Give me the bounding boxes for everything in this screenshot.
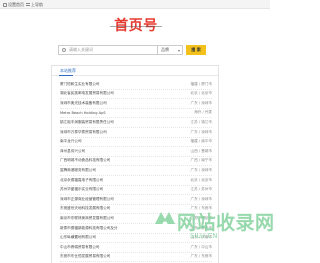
- home-icon: [3, 2, 7, 7]
- company-location: 江苏 / 苏州市: [190, 187, 212, 192]
- list-item[interactable]: 泽州县伟兴公司 山西 / 晋城市: [60, 147, 212, 155]
- company-name[interactable]: 湖北省民族邮电发展贸易有限公司: [60, 91, 114, 96]
- company-location: 北京 / 北京市: [190, 91, 212, 96]
- search-input[interactable]: 请输入关键词: [58, 45, 158, 55]
- company-name[interactable]: 苏州华盛福乐实业有限公司: [60, 187, 103, 192]
- company-name[interactable]: 厦门恒和生实业有限公司: [60, 82, 100, 87]
- company-name[interactable]: 北京永德福嘉电子有限公司: [60, 178, 103, 183]
- list-item[interactable]: 富腾商港服务有限公司 广东 / 深圳市: [60, 166, 212, 174]
- watermark: 网站收录网 SILU.CN: [150, 205, 274, 250]
- list-item[interactable]: 东莞市东仕恒发展贸易有限公司 广东 / 东莞市: [60, 253, 212, 261]
- list-item[interactable]: 南平龙兴公司 福建 / 南平市: [60, 138, 212, 146]
- company-location: 山西 / 晋城市: [190, 148, 212, 153]
- company-name[interactable]: 东莞市东仕恒发展贸易有限公司: [60, 254, 110, 259]
- set-homepage-label: 设置首页: [8, 1, 24, 7]
- search-category-select[interactable]: 品牌: [158, 45, 183, 55]
- chevron-down-icon: [178, 50, 180, 52]
- search-placeholder: 请输入关键词: [69, 47, 93, 52]
- panel-header: 本站推荐: [52, 66, 218, 76]
- list-item[interactable]: 镇江裕丰润服装贸易有限责任公司 江苏 / 镇江市: [60, 118, 212, 126]
- top-nav-link[interactable]: 上导航: [26, 1, 43, 8]
- company-location: 福建 / 南平市: [190, 139, 212, 144]
- company-name[interactable]: 深圳市奥光技术装备有限公司: [60, 101, 107, 106]
- list-item[interactable]: Metro Beach Holding ApS 海外 / 丹麦: [60, 109, 212, 117]
- company-location: 海外 / 丹麦: [194, 110, 212, 115]
- company-name[interactable]: 深圳市万泰华泰贸易有限公司: [60, 130, 107, 135]
- company-location: 福建 / 厦门市: [190, 81, 212, 86]
- company-name[interactable]: 南平龙兴公司: [60, 139, 82, 144]
- company-name[interactable]: 新泰市德福新能源科技有限公司及分: [60, 226, 118, 231]
- top-nav-label: 上导航: [31, 1, 43, 7]
- set-homepage-link[interactable]: 设置首页: [3, 1, 24, 8]
- company-name[interactable]: 泽州县伟兴公司: [60, 149, 85, 154]
- search-category-value: 品牌: [161, 47, 169, 52]
- watermark-logo: [155, 212, 175, 227]
- company-name[interactable]: 东莞盛世天地科技发展有限公司: [60, 206, 110, 211]
- company-location: 广东 / 深圳市: [190, 167, 212, 172]
- search-icon: [62, 48, 66, 52]
- company-name[interactable]: 富腾商港服务有限公司: [60, 168, 96, 173]
- company-name[interactable]: 中山市睿瑞贸易有限公司: [60, 245, 100, 250]
- company-location: 广东 / 东莞市: [190, 254, 212, 259]
- company-name[interactable]: 镇江裕丰润服装贸易有限责任公司: [60, 120, 114, 125]
- watermark-url: SILU.CN: [190, 232, 218, 240]
- company-name[interactable]: 广西明城不动食品科技有限公司: [60, 158, 110, 163]
- list-item[interactable]: 北京永德福嘉电子有限公司 北京 / 北京市: [60, 176, 212, 184]
- company-name[interactable]: 南京市东联林美商贸发展有限公司: [60, 216, 114, 221]
- company-name[interactable]: Metro Beach Holding ApS: [60, 111, 106, 115]
- company-location: 北京 / 北京市: [190, 177, 212, 182]
- panel-heading[interactable]: 本站推荐: [60, 68, 76, 74]
- list-item[interactable]: 湖北省民族邮电发展贸易有限公司 北京 / 北京市: [60, 90, 212, 98]
- list-item[interactable]: 苏州华盛福乐实业有限公司 江苏 / 苏州市: [60, 186, 212, 194]
- list-item[interactable]: 深圳市正源商业经营管理有限公司 广东 / 深圳市: [60, 195, 212, 203]
- list-item[interactable]: 深圳市奥光技术装备有限公司 广东 / 深圳市: [60, 99, 212, 107]
- list-item[interactable]: 广西明城不动食品科技有限公司 广西 / 南宁市: [60, 157, 212, 165]
- company-name[interactable]: 山东纵横置地有限公司: [60, 235, 96, 240]
- company-location: 江苏 / 镇江市: [190, 119, 212, 124]
- logo-strike-line: [110, 26, 162, 27]
- list-item[interactable]: 深圳市万泰华泰贸易有限公司 广东 / 深圳市: [60, 128, 212, 136]
- company-location: 广东 / 深圳市: [190, 100, 212, 105]
- company-location: 广东 / 深圳市: [190, 129, 212, 134]
- watermark-text: 网站收录网: [177, 212, 275, 234]
- company-location: 广东 / 深圳市: [190, 196, 212, 201]
- list-item[interactable]: 厦门恒和生实业有限公司 福建 / 厦门市: [60, 80, 212, 88]
- row-divider: [60, 261, 212, 263]
- menu-icon: [26, 3, 30, 6]
- company-name[interactable]: 深圳市正源商业经营管理有限公司: [60, 197, 114, 202]
- top-bar: 设置首页 上导航: [0, 0, 270, 9]
- company-location: 广西 / 南宁市: [190, 158, 212, 163]
- search-button[interactable]: 搜 索: [186, 45, 206, 55]
